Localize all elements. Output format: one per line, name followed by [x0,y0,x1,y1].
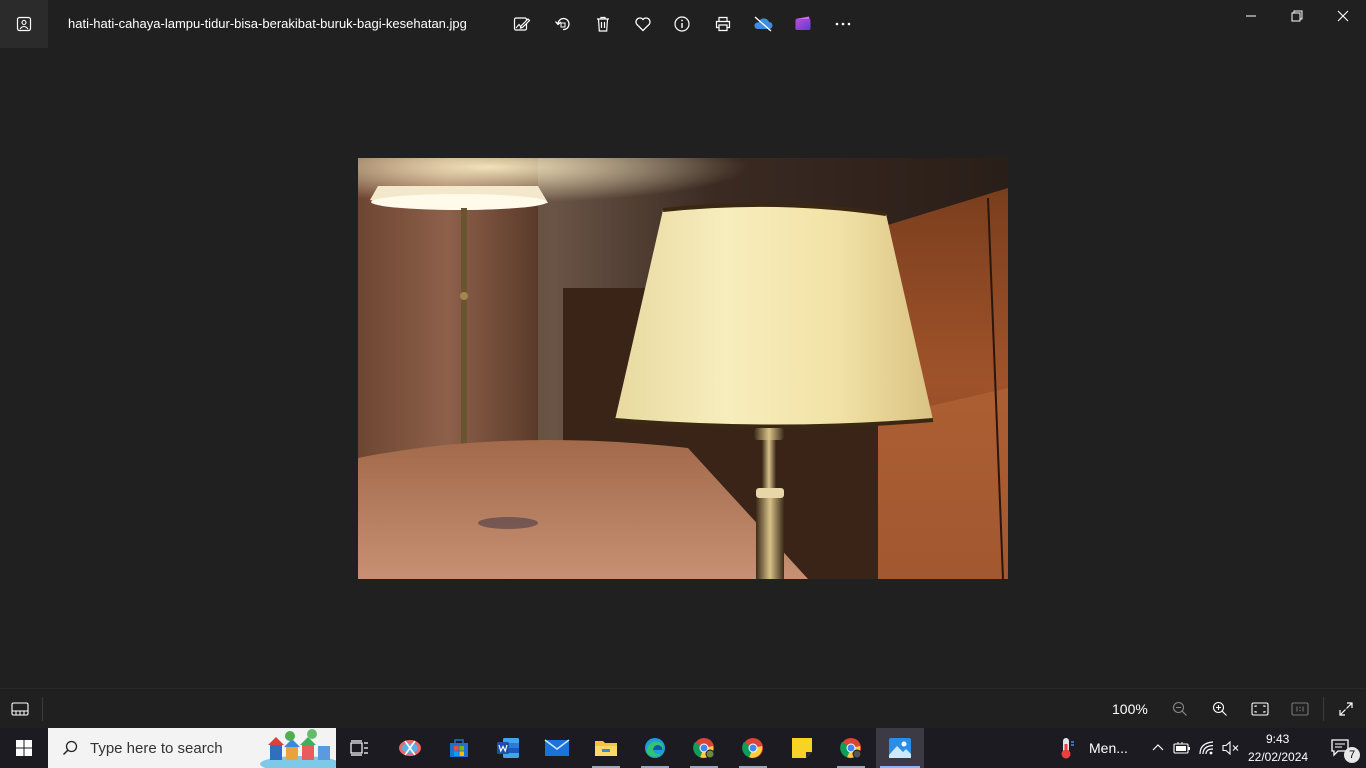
search-placeholder: Type here to search [90,739,223,757]
title-bar: hati-hati-cahaya-lampu-tidur-bisa-beraki… [0,0,1366,48]
photos-app-icon [0,0,48,48]
taskbar-app-file-explorer[interactable] [582,728,630,768]
task-view-icon [350,740,368,756]
divider [1323,697,1324,721]
minimize-icon [1246,15,1256,17]
rotate-icon[interactable] [551,12,575,36]
taskbar-app-chrome[interactable] [729,728,777,768]
viewer-bottom-bar: 100% [0,688,1366,728]
clock-date[interactable]: 22/02/2024 [1248,750,1308,764]
close-button[interactable] [1320,4,1366,28]
chrome-icon [742,738,763,758]
restore-icon [1291,10,1303,22]
notification-center-button[interactable]: 7 [1318,728,1364,768]
volume-button[interactable] [1219,728,1243,768]
battery-icon [1173,742,1190,754]
edge-icon [645,738,665,758]
network-button[interactable] [1196,728,1220,768]
store-icon [450,739,468,757]
taskbar-app-word[interactable] [484,728,532,768]
weather-text[interactable]: Men... [1089,740,1128,756]
favorite-icon[interactable] [631,12,655,36]
taskbar-app-edge[interactable] [631,728,679,768]
onedrive-off-icon[interactable] [751,12,775,36]
close-icon [1337,10,1349,22]
search-highlight-icon [260,729,336,768]
fit-window-icon[interactable] [1248,697,1272,721]
photo-bedside-lamp[interactable] [358,158,1008,579]
show-hidden-icons-button[interactable] [1146,728,1170,768]
start-button[interactable] [0,728,48,768]
taskbar-app-mail[interactable] [533,728,581,768]
sticky-notes-icon [792,738,812,758]
clipchamp-icon[interactable] [791,12,815,36]
search-icon [62,740,78,756]
taskbar-app-chrome[interactable] [680,728,728,768]
zoom-level[interactable]: 100% [1112,701,1148,717]
snipping-tool-icon [399,740,421,756]
photos-icon [889,738,911,758]
clock-time[interactable]: 9:43 [1266,732,1289,746]
start-icon [16,740,32,756]
wifi-icon [1199,741,1214,755]
more-icon[interactable] [831,12,855,36]
restore-button[interactable] [1274,4,1320,28]
volume-muted-icon [1222,740,1239,756]
taskbar: Type here to search Men... 9:43 22/02/20… [0,728,1366,768]
word-icon [497,738,519,758]
chevron-up-icon [1152,744,1164,751]
file-explorer-icon [595,741,617,756]
weather-widget[interactable] [1044,728,1088,768]
file-name: hati-hati-cahaya-lampu-tidur-bisa-beraki… [68,16,467,31]
taskbar-app-snipping-tool[interactable] [386,728,434,768]
chrome-icon [840,738,862,759]
notification-badge: 7 [1344,747,1360,763]
taskbar-app-chrome[interactable] [827,728,875,768]
zoom-out-icon[interactable] [1168,697,1192,721]
taskbar-app-store[interactable] [435,728,483,768]
zoom-in-icon[interactable] [1208,697,1232,721]
search-input[interactable]: Type here to search [48,728,336,768]
image-viewer[interactable] [0,48,1366,688]
filmstrip-icon[interactable] [8,697,32,721]
edit-image-icon[interactable] [510,12,534,36]
divider [42,697,43,721]
fullscreen-icon[interactable] [1334,697,1358,721]
thermometer-icon [1061,738,1074,759]
minimize-button[interactable] [1228,4,1274,28]
mail-icon [544,739,570,756]
taskbar-app-photos[interactable] [876,728,924,768]
delete-icon[interactable] [591,12,615,36]
info-icon[interactable] [670,12,694,36]
chrome-icon [693,738,715,759]
battery-button[interactable] [1170,728,1194,768]
print-icon[interactable] [711,12,735,36]
task-view-button[interactable] [336,728,384,768]
taskbar-app-sticky-notes[interactable] [778,728,826,768]
actual-size-icon[interactable] [1288,697,1312,721]
